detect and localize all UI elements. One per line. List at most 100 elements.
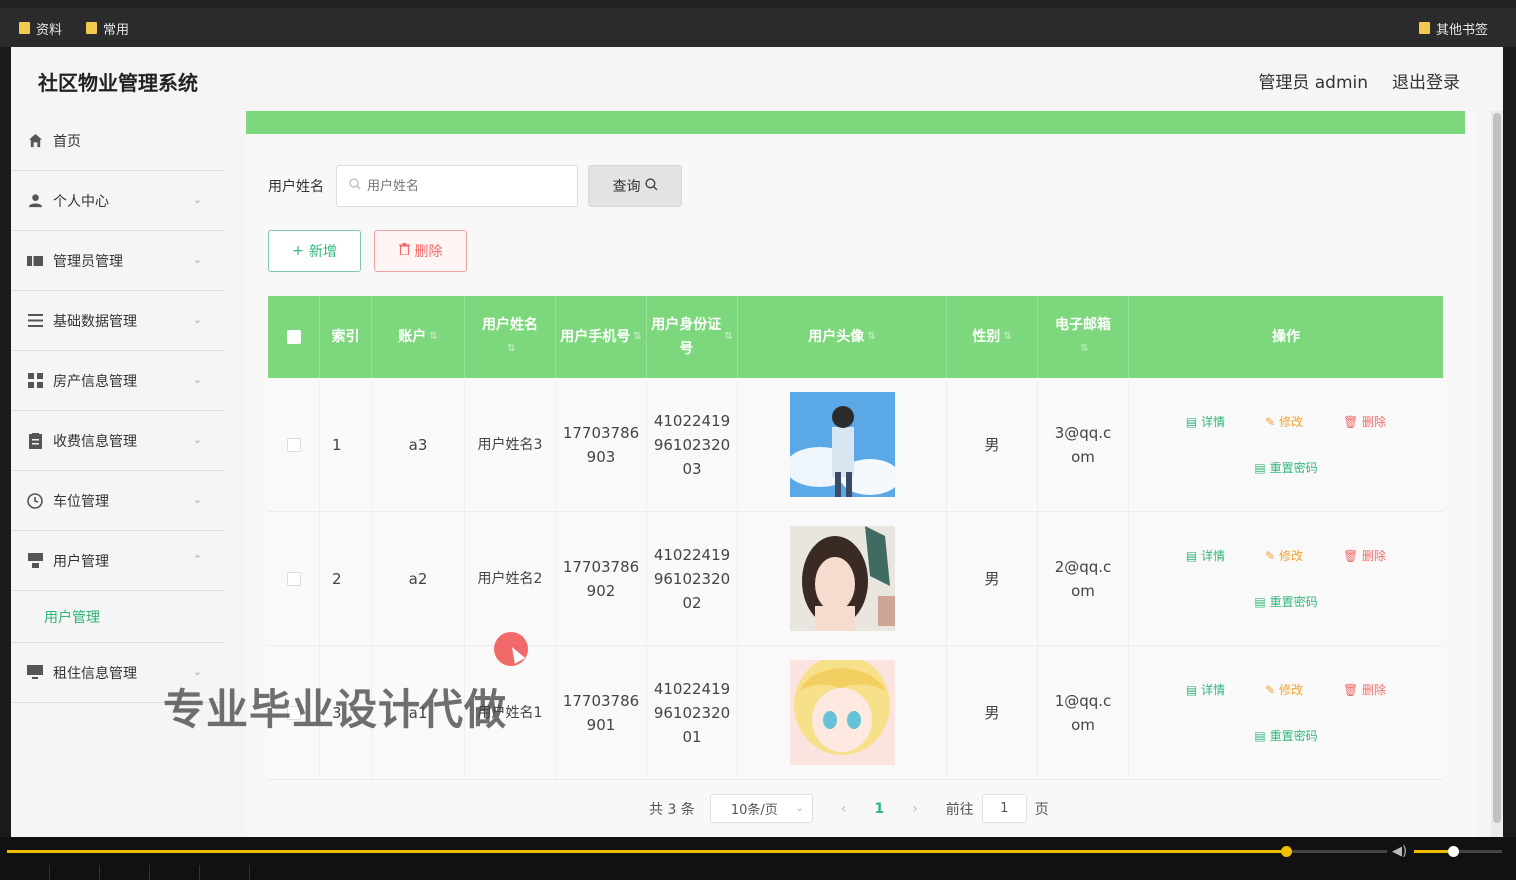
header-name[interactable]: 用户姓名 ⇅ — [465, 296, 556, 378]
volume-icon[interactable]: ◀) — [1392, 844, 1407, 859]
detail-button[interactable]: ▤ 详情 — [1186, 410, 1225, 434]
detail-button[interactable]: ▤ 详情 — [1186, 544, 1225, 568]
list-icon — [27, 313, 43, 329]
add-button[interactable]: + 新增 — [268, 230, 361, 272]
cell-phone: 17703786 903 — [556, 378, 647, 511]
search-form: 用户姓名 查询 — [268, 165, 682, 207]
cell-index: 1 — [320, 378, 372, 511]
header-id-card[interactable]: 用户身份证号 ⇅ — [647, 296, 738, 378]
volume-knob[interactable] — [1447, 846, 1459, 857]
cell-text: 17703786 902 — [562, 557, 640, 600]
header-account[interactable]: 账户 ⇅ — [372, 296, 465, 378]
cell-name: 用户姓名2 — [465, 512, 556, 645]
user-avatar-image[interactable] — [789, 660, 895, 765]
trash-icon — [398, 243, 410, 259]
goto-page-input[interactable]: 1 — [981, 794, 1027, 823]
delete-button[interactable]: 🗑 删除 — [1343, 544, 1386, 568]
cell-text: 3@qq.c om — [1054, 423, 1112, 466]
action-toolbar: + 新增 删除 — [268, 230, 467, 272]
sidebar-item-base-data[interactable]: 基础数据管理 ⌄ — [11, 291, 224, 351]
plus-icon: + — [292, 243, 304, 259]
header-gender[interactable]: 性别 ⇅ — [947, 296, 1038, 378]
search-input-wrapper[interactable] — [336, 165, 578, 207]
batch-delete-button[interactable]: 删除 — [374, 230, 467, 272]
trash-icon: 🗑 — [1342, 548, 1363, 563]
header-index[interactable]: 索引 — [320, 296, 372, 378]
logout-link[interactable]: 退出登录 — [1392, 68, 1460, 93]
bookmark-other[interactable]: 其他书签 — [1419, 19, 1488, 38]
header-label: 操作 — [1272, 329, 1300, 345]
header-label: 用户头像 — [808, 329, 865, 345]
doc-icon: ▤ — [1185, 414, 1202, 429]
header-label: 性别 — [972, 329, 1001, 345]
reset-password-button[interactable]: ▤ 重置密码 — [1254, 724, 1317, 748]
cell-email: 2@qq.c om — [1038, 512, 1129, 645]
cell-name: 用户姓名3 — [465, 378, 556, 511]
sidebar-item-label: 房产信息管理 — [53, 373, 137, 390]
row-select-cell — [268, 512, 320, 645]
sidebar-item-label: 用户管理 — [53, 553, 109, 570]
video-progress-bar[interactable] — [7, 846, 1387, 857]
header-email[interactable]: 电子邮箱 ⇅ — [1038, 296, 1129, 378]
progress-knob[interactable] — [1281, 846, 1293, 857]
edit-button[interactable]: ✎ 修改 — [1265, 410, 1303, 434]
sidebar-item-parking[interactable]: 车位管理 ⌄ — [11, 471, 224, 531]
chevron-down-icon: ⌄ — [192, 193, 202, 206]
select-all-checkbox[interactable] — [286, 330, 301, 344]
select-all-cell — [268, 296, 320, 378]
chevron-down-icon: ⌄ — [192, 373, 202, 386]
header-avatar[interactable]: 用户头像 ⇅ — [738, 296, 947, 378]
chevron-down-icon: ⌄ — [192, 433, 202, 446]
cell-text: a3 — [408, 435, 428, 454]
sidebar-item-user-management[interactable]: 用户管理 ⌃ — [11, 531, 224, 591]
user-avatar-image[interactable] — [789, 392, 895, 497]
reset-password-button[interactable]: ▤ 重置密码 — [1254, 456, 1317, 480]
cell-index: 2 — [320, 512, 372, 645]
next-page-icon[interactable]: › — [912, 801, 918, 817]
sidebar-item-property-info[interactable]: 房产信息管理 ⌄ — [11, 351, 224, 411]
submenu-item-user-management[interactable]: 用户管理 — [11, 591, 224, 643]
bookmark-changyong[interactable]: 常用 — [86, 19, 129, 38]
reset-password-button[interactable]: ▤ 重置密码 — [1254, 590, 1317, 614]
cell-id-card: 41022419 96102320 02 — [647, 512, 738, 645]
cell-text: 2 — [332, 569, 342, 588]
page-size-select[interactable]: 10条/页 ⌄ — [709, 794, 813, 823]
sidebar-item-personal-center[interactable]: 个人中心 ⌄ — [11, 171, 224, 231]
pagination: 共 3 条 10条/页 ⌄ ‹ 1 › 前往 1 页 — [649, 794, 1049, 823]
edit-button[interactable]: ✎ 修改 — [1265, 544, 1303, 568]
search-label: 用户姓名 — [268, 179, 324, 195]
page-size-value: 10条/页 — [730, 803, 778, 818]
page-suffix: 页 — [1034, 801, 1049, 818]
header-label: 用户姓名 — [482, 317, 538, 333]
delete-button[interactable]: 🗑 删除 — [1343, 678, 1386, 702]
vertical-scrollbar[interactable] — [1491, 111, 1503, 837]
query-button[interactable]: 查询 — [588, 165, 682, 207]
delete-button[interactable]: 🗑 删除 — [1343, 410, 1386, 434]
user-avatar-image[interactable] — [789, 526, 895, 631]
volume-slider[interactable] — [1414, 846, 1502, 857]
scrollbar-thumb[interactable] — [1493, 113, 1501, 823]
grid-icon — [27, 373, 43, 389]
row-checkbox[interactable] — [286, 437, 301, 452]
edit-button[interactable]: ✎ 修改 — [1265, 678, 1303, 702]
sidebar-item-label: 租住信息管理 — [53, 665, 137, 682]
cell-avatar — [738, 646, 947, 779]
sidebar-item-home[interactable]: 首页 — [11, 111, 224, 171]
bookmark-ziliao[interactable]: 资料 — [19, 19, 62, 38]
sidebar-item-admin-management[interactable]: 管理员管理 ⌄ — [11, 231, 224, 291]
header-phone[interactable]: 用户手机号 ⇅ — [556, 296, 647, 378]
search-input[interactable] — [367, 178, 567, 194]
table-row: 2 a2 用户姓名2 17703786 902 41022419 96102320 0… — [268, 512, 1443, 646]
cell-account: a2 — [372, 512, 465, 645]
cell-text: 17703786 901 — [562, 691, 640, 734]
row-checkbox[interactable] — [286, 571, 301, 586]
page-number-current[interactable]: 1 — [874, 801, 884, 817]
sidebar-item-label: 收费信息管理 — [53, 433, 137, 450]
detail-button[interactable]: ▤ 详情 — [1186, 678, 1225, 702]
op-label: 详情 — [1201, 682, 1226, 697]
prev-page-icon[interactable]: ‹ — [841, 801, 847, 817]
cell-text: 2@qq.c om — [1054, 557, 1112, 600]
folder-icon — [86, 22, 97, 34]
sort-icon: ⇅ — [507, 343, 516, 354]
sidebar-item-fee-info[interactable]: 收费信息管理 ⌄ — [11, 411, 224, 471]
